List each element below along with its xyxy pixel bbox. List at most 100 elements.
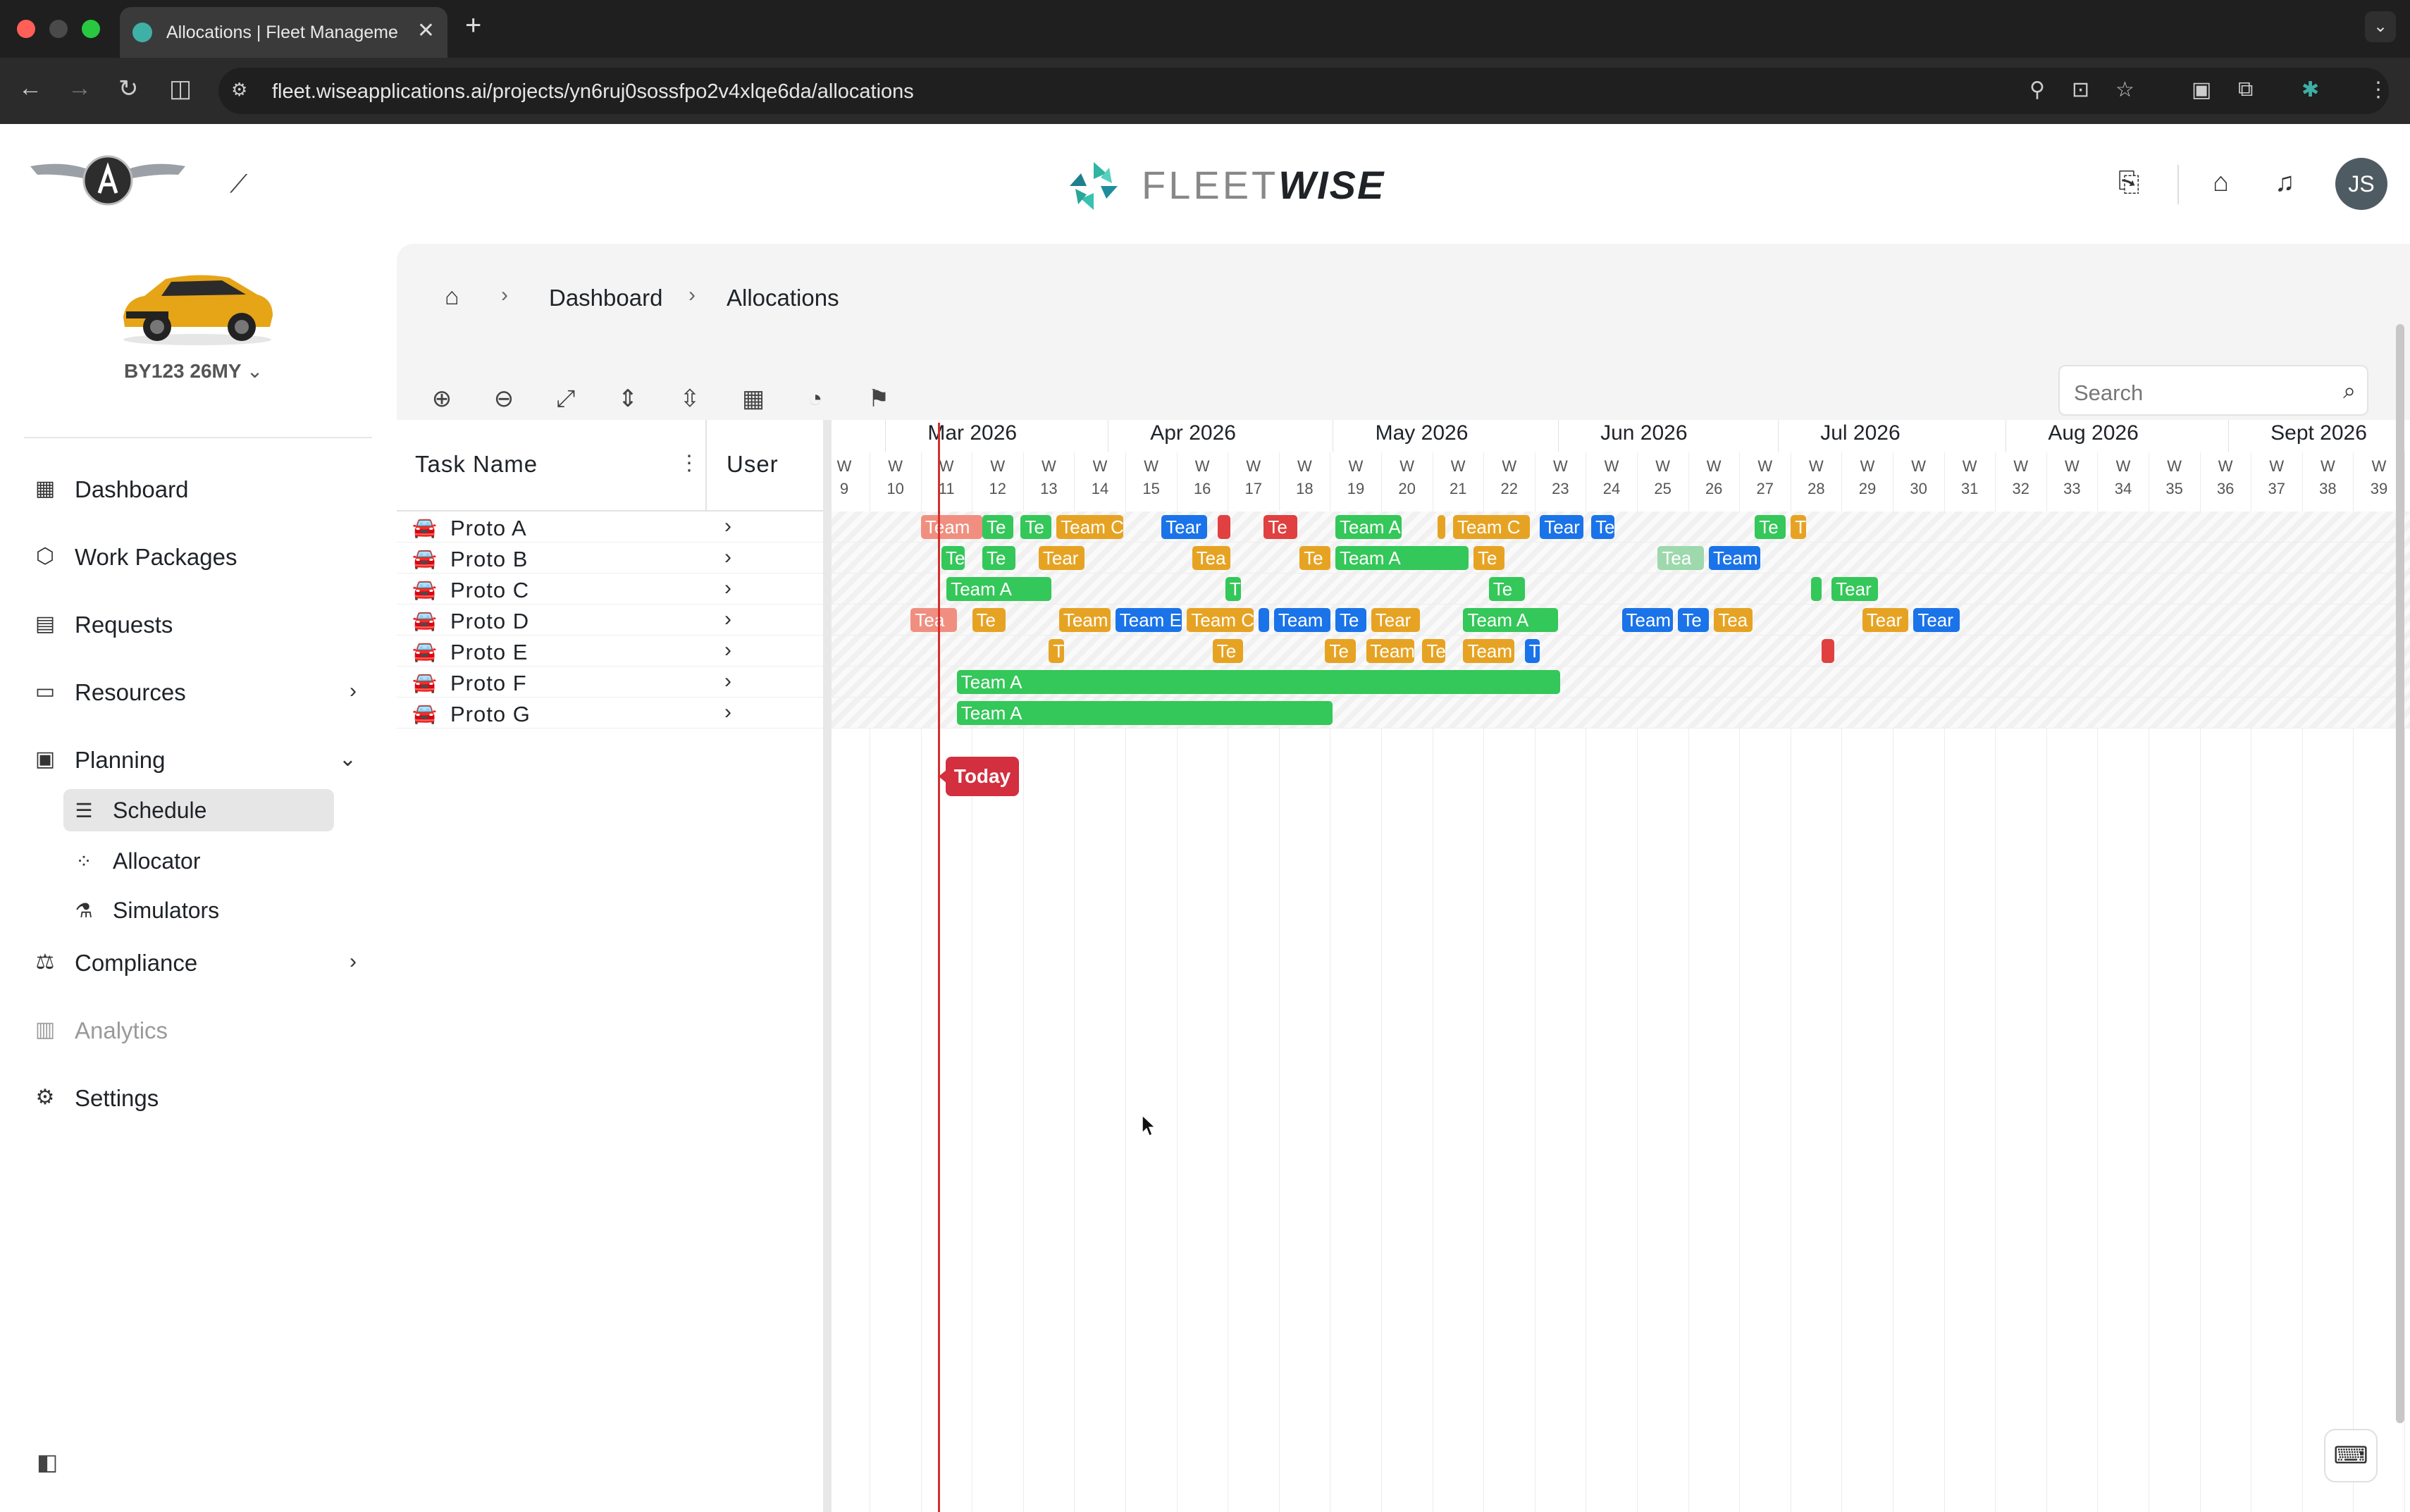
tab-close-icon[interactable]: ✕ [417,18,435,43]
allocation-bar[interactable]: Team C [1056,515,1123,539]
task-row[interactable]: 🚘 Proto D › [397,605,823,636]
breadcrumb-dashboard[interactable]: Dashboard [549,285,662,311]
allocation-bar[interactable] [1438,515,1446,539]
allocation-bar[interactable]: Te [1020,515,1052,539]
maximize-window-button[interactable] [82,20,100,38]
sidebar-item-schedule[interactable]: ☰ Schedule [63,789,334,831]
expand-rows-icon[interactable]: ⇕ [612,383,643,414]
allocation-bar[interactable]: T [1791,515,1806,539]
collapse-sidebar-icon[interactable]: ◧ [37,1449,58,1475]
allocation-bar[interactable]: Te [1422,639,1446,663]
reload-icon[interactable]: ↻ [118,75,139,103]
allocation-bar[interactable]: Te [1678,608,1709,632]
allocation-bar[interactable]: Te [982,515,1013,539]
extension-icon[interactable]: ▣ [2192,78,2211,102]
allocation-bar[interactable]: Te [972,608,1006,632]
allocation-bar[interactable]: Tear [1540,515,1584,539]
allocation-bar[interactable]: Te [1755,515,1786,539]
sidebar-item-compliance[interactable]: ⚖ Compliance › [24,941,362,984]
allocation-bar[interactable]: Team C [1452,515,1530,539]
allocation-bar[interactable] [1821,639,1834,663]
allocation-bar[interactable]: Te [982,546,1016,570]
browser-menu-icon[interactable]: ⋮ [2368,78,2389,102]
allocation-bar[interactable]: Tea [1714,608,1753,632]
user-header[interactable]: User [707,420,823,512]
allocation-bar[interactable]: Tear [1038,546,1085,570]
allocation-bar[interactable]: T [1524,639,1540,663]
site-settings-icon[interactable]: ⚙ [231,79,255,103]
fit-to-screen-icon[interactable]: ⤢ [550,383,581,414]
split-view-icon[interactable]: ◫ [169,75,192,103]
allocation-bar[interactable]: Team [1058,608,1111,632]
sidebar-item-work-packages[interactable]: ⬡ Work Packages [24,535,362,578]
url-field[interactable]: ⚙ fleet.wiseapplications.ai/projects/yn6… [218,68,2389,114]
breadcrumb-home-icon[interactable]: ⌂ [445,283,459,311]
chevron-right-icon[interactable]: › [724,545,731,569]
allocation-bar[interactable]: Team [1463,639,1515,663]
allocation-bar[interactable]: Te [1325,639,1356,663]
user-avatar[interactable]: JS [2335,158,2387,210]
calendar-icon[interactable]: ▦ [738,383,769,414]
sidebar-item-requests[interactable]: ▤ Requests [24,603,362,645]
allocation-bar[interactable] [1259,608,1269,632]
zoom-in-icon[interactable]: ⊕ [426,383,457,414]
vehicle-selector[interactable]: BY123 26MY ⌄ [124,359,263,383]
chevron-right-icon[interactable]: › [724,607,731,631]
vertical-scrollbar[interactable] [2396,324,2404,1423]
allocation-bar[interactable] [1217,515,1231,539]
allocation-bar[interactable]: Te [1212,639,1244,663]
close-window-button[interactable] [17,20,35,38]
allocation-bar[interactable]: Te [941,546,965,570]
allocation-bar[interactable]: Tea [1192,546,1231,570]
zoom-icon[interactable]: ⚲ [2029,78,2045,102]
zoom-out-icon[interactable]: ⊖ [488,383,519,414]
sidebar-item-dashboard[interactable]: ▦ Dashboard [24,468,362,510]
allocation-bar[interactable] [1811,577,1822,601]
task-row[interactable]: 🚘 Proto C › [397,574,823,605]
task-row[interactable]: 🚘 Proto F › [397,667,823,698]
chevron-right-icon[interactable]: › [724,700,731,724]
search-input[interactable]: Search ⌕ [2058,365,2368,416]
allocation-bar[interactable]: Tea [1657,546,1704,570]
allocation-bar[interactable]: Tear [1831,577,1878,601]
allocation-bar[interactable]: Te [1488,577,1525,601]
allocation-bar[interactable]: Te [1590,515,1614,539]
chatbot-icon[interactable]: ⌨ [2324,1429,2378,1482]
allocation-bar[interactable]: Team A [1463,608,1558,632]
forward-icon[interactable]: → [68,75,92,102]
chevron-right-icon[interactable]: › [724,669,731,693]
column-menu-icon[interactable]: ⋮ [679,451,700,476]
allocation-bar[interactable]: Team [1621,608,1674,632]
allocation-bar[interactable]: Team A [946,577,1052,601]
allocation-bar[interactable]: Team E [1115,608,1182,632]
sidebar-item-simulators[interactable]: ⚗ Simulators [63,889,334,931]
allocation-bar[interactable]: Te [1473,546,1504,570]
sidebar-item-resources[interactable]: ▭ Resources › [24,671,362,713]
allocation-bar[interactable]: Team A [1335,515,1402,539]
extensions-puzzle-icon[interactable]: ⧉ [2238,78,2253,101]
sidebar-item-settings[interactable]: ⚙ Settings [24,1077,362,1119]
chevron-right-icon[interactable]: › [724,576,731,600]
company-logo[interactable] [27,152,189,209]
task-name-header[interactable]: Task Name ⋮ [397,420,707,512]
search-icon[interactable]: ⌕ [2343,378,2356,404]
install-app-icon[interactable]: ⊡ [2072,78,2089,102]
history-icon[interactable]: ◔ [800,383,831,414]
chevron-right-icon[interactable]: › [724,638,731,662]
task-row[interactable]: 🚘 Proto G › [397,698,823,729]
task-row[interactable]: 🚘 Proto A › [397,512,823,543]
allocation-bar[interactable]: Tear [1862,608,1909,632]
allocation-bar[interactable]: Tear [1161,515,1208,539]
sidebar-item-planning[interactable]: ▣ Planning ⌄ [24,738,362,781]
profile-extension-icon[interactable]: ✱ [2301,78,2319,102]
chevron-right-icon[interactable]: › [724,514,731,538]
tab-menu-chevron-icon[interactable]: ⌄ [2365,11,2396,42]
gantt-splitter[interactable] [823,420,832,1512]
analytics-chart-icon[interactable]: ⟋ [230,169,247,199]
allocation-bar[interactable]: Team [1273,608,1330,632]
new-tab-icon[interactable]: + [465,10,481,42]
allocation-bar[interactable]: Team A [956,670,1561,694]
allocation-bar[interactable]: Team [1366,639,1415,663]
minimize-window-button[interactable] [49,20,68,38]
allocation-bar[interactable]: Te [1299,546,1330,570]
